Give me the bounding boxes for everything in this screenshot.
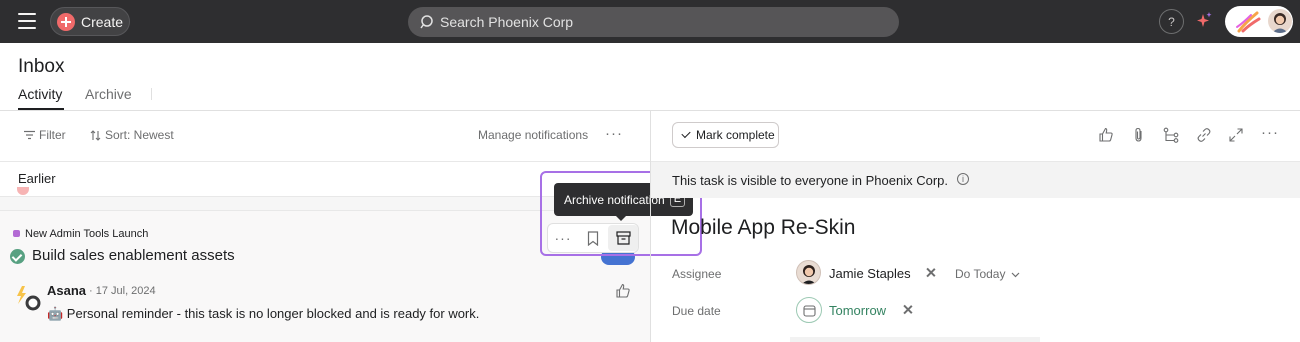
org-logo-icon bbox=[1236, 11, 1261, 33]
search-input[interactable]: Search Phoenix Corp bbox=[408, 7, 899, 37]
attachment-icon[interactable] bbox=[1131, 127, 1147, 143]
check-icon bbox=[681, 128, 691, 139]
like-task-icon[interactable] bbox=[1098, 127, 1114, 143]
calendar-icon[interactable] bbox=[796, 297, 822, 323]
previous-item-peek bbox=[17, 187, 29, 195]
list-more-options-icon[interactable]: ··· bbox=[605, 125, 623, 142]
create-button[interactable]: Create bbox=[50, 7, 130, 36]
do-today-label: Do Today bbox=[955, 267, 1006, 281]
subtask-icon[interactable] bbox=[1163, 127, 1179, 143]
bookmark-button[interactable] bbox=[578, 225, 608, 251]
due-date-label: Due date bbox=[672, 304, 721, 318]
more-actions-icon[interactable]: ··· bbox=[548, 230, 578, 246]
task-more-options-icon[interactable]: ··· bbox=[1261, 124, 1285, 141]
sort-button[interactable]: Sort: Newest bbox=[90, 128, 174, 142]
due-date-value[interactable]: Tomorrow bbox=[829, 303, 886, 318]
sort-label: Sort: Newest bbox=[105, 128, 174, 142]
clear-due-date-icon[interactable] bbox=[901, 303, 915, 317]
pane-divider bbox=[650, 111, 651, 342]
mark-complete-button[interactable]: Mark complete bbox=[672, 122, 779, 148]
remove-assignee-icon[interactable] bbox=[924, 266, 938, 280]
create-label: Create bbox=[81, 13, 124, 30]
filter-label: Filter bbox=[39, 128, 66, 142]
search-icon bbox=[420, 15, 433, 29]
asana-bot-icon bbox=[17, 286, 41, 311]
field-row-peek bbox=[790, 337, 1040, 342]
copy-link-icon[interactable] bbox=[1196, 127, 1212, 143]
expand-icon[interactable] bbox=[1228, 127, 1244, 143]
author-name: Asana bbox=[47, 283, 87, 298]
bookmark-icon bbox=[587, 230, 599, 246]
notification-body: 🤖 Personal reminder - this task is no lo… bbox=[47, 306, 480, 321]
filter-button[interactable]: Filter bbox=[24, 128, 66, 142]
assignee-name[interactable]: Jamie Staples bbox=[829, 266, 911, 281]
menu-icon[interactable] bbox=[18, 13, 36, 29]
tab-activity[interactable]: Activity bbox=[18, 86, 62, 102]
project-name: New Admin Tools Launch bbox=[25, 228, 149, 240]
info-icon[interactable]: i bbox=[957, 173, 969, 185]
assignee-avatar bbox=[796, 260, 821, 285]
section-header-earlier: Earlier bbox=[18, 171, 56, 186]
ai-sparkle-icon[interactable] bbox=[1195, 11, 1213, 31]
notification-actions: ··· bbox=[547, 223, 639, 253]
tab-divider bbox=[151, 88, 152, 100]
tab-archive[interactable]: Archive bbox=[85, 86, 132, 102]
mark-complete-label: Mark complete bbox=[696, 128, 775, 142]
task-title[interactable]: Build sales enablement assets bbox=[32, 247, 235, 264]
do-today-dropdown[interactable]: Do Today bbox=[955, 267, 1020, 281]
task-name-heading[interactable]: Mobile App Re-Skin bbox=[671, 216, 855, 240]
completed-check-icon[interactable] bbox=[10, 249, 25, 264]
assignee-label: Assignee bbox=[672, 267, 722, 281]
sort-icon bbox=[90, 129, 101, 141]
search-placeholder: Search Phoenix Corp bbox=[440, 14, 574, 30]
plus-icon bbox=[57, 12, 75, 31]
account-switcher[interactable] bbox=[1225, 6, 1293, 37]
manage-notifications-button[interactable]: Manage notifications bbox=[478, 128, 588, 142]
top-bar: Create Search Phoenix Corp ? bbox=[0, 0, 1300, 43]
page-title: Inbox bbox=[18, 56, 65, 77]
project-color-icon bbox=[13, 230, 20, 237]
archive-button[interactable] bbox=[608, 225, 638, 251]
notification-date: · 17 Jul, 2024 bbox=[89, 285, 156, 297]
chevron-down-icon bbox=[1011, 272, 1020, 278]
user-avatar bbox=[1268, 9, 1292, 33]
archive-icon bbox=[615, 231, 631, 245]
visibility-text: This task is visible to everyone in Phoe… bbox=[672, 173, 949, 188]
like-icon[interactable] bbox=[615, 283, 631, 299]
help-button[interactable]: ? bbox=[1159, 9, 1184, 34]
toolbar-divider bbox=[0, 161, 650, 162]
filter-icon bbox=[24, 130, 35, 140]
